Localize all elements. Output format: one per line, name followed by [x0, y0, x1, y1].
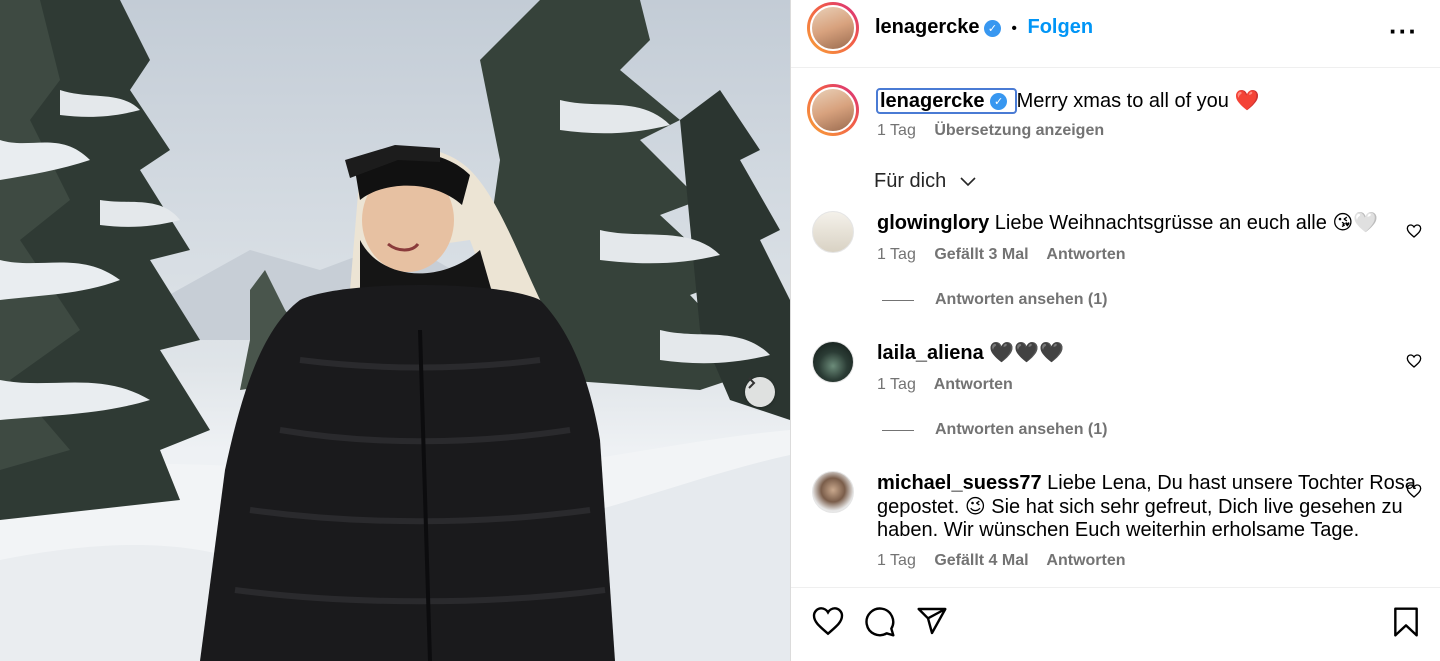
- commenter-avatar[interactable]: [812, 341, 854, 383]
- comment-icon[interactable]: [864, 606, 896, 638]
- commenter-username[interactable]: glowinglory: [877, 212, 989, 234]
- action-bar: [791, 587, 1440, 661]
- caption-meta: 1 Tag Übersetzung anzeigen: [877, 122, 1118, 140]
- caption-username[interactable]: lenagercke: [880, 90, 985, 112]
- chevron-down-icon: [960, 177, 976, 187]
- reply-button[interactable]: Antworten: [1046, 246, 1125, 263]
- caption: lenagercke ✓ Merry xmas to all of you ❤️: [876, 88, 1260, 114]
- translate-button[interactable]: Übersetzung anzeigen: [934, 122, 1104, 139]
- comment-text-line-2: gepostet. 😉 Sie hat sich sehr gefreut, D…: [877, 496, 1403, 518]
- filter-label: Für dich: [874, 170, 947, 192]
- commenter-avatar[interactable]: [812, 471, 854, 513]
- like-icon[interactable]: [812, 606, 844, 636]
- view-replies-label: Antworten ansehen (1): [935, 291, 1108, 308]
- caption-avatar[interactable]: [807, 84, 859, 136]
- view-replies-button[interactable]: Antworten ansehen (1): [882, 421, 1107, 439]
- post-image[interactable]: [0, 0, 790, 661]
- comment: glowinglory Liebe Weihnachtsgrüsse an eu…: [877, 211, 1378, 235]
- commenter-username[interactable]: michael_suess77: [877, 472, 1042, 494]
- comment-like-icon[interactable]: [1406, 223, 1422, 239]
- comment-like-icon[interactable]: [1406, 353, 1422, 369]
- comment-text: 🖤🖤🖤: [989, 342, 1065, 364]
- reply-button[interactable]: Antworten: [1046, 552, 1125, 569]
- follow-button[interactable]: Folgen: [1027, 16, 1093, 38]
- post-detail-panel: lenagercke ✓ • Folgen ··· lenagercke ✓ M…: [791, 0, 1440, 661]
- comment-meta: 1 Tag Gefällt 4 Mal Antworten: [877, 552, 1140, 570]
- verified-icon: ✓: [990, 93, 1008, 111]
- next-arrow-icon: [748, 377, 756, 389]
- author-info: lenagercke ✓ • Folgen: [875, 16, 1093, 39]
- save-icon[interactable]: [1392, 606, 1420, 638]
- comment-likes[interactable]: Gefällt 3 Mal: [934, 246, 1028, 263]
- caption-username-box[interactable]: lenagercke ✓: [876, 88, 1017, 114]
- comment-text-line-1: Liebe Lena, Du hast unsere Tochter Rosa: [1047, 472, 1416, 494]
- author-username[interactable]: lenagercke: [875, 16, 980, 38]
- caption-text: Merry xmas to all of you ❤️: [1016, 90, 1260, 112]
- comment: laila_aliena 🖤🖤🖤: [877, 341, 1064, 365]
- reply-button[interactable]: Antworten: [934, 376, 1013, 393]
- verified-icon: ✓: [983, 20, 1001, 38]
- view-replies-button[interactable]: Antworten ansehen (1): [882, 291, 1107, 309]
- comment-meta: 1 Tag Gefällt 3 Mal Antworten: [877, 246, 1140, 264]
- comment-filter[interactable]: Für dich: [874, 170, 976, 193]
- comment-meta: 1 Tag Antworten: [877, 376, 1027, 394]
- comment-time[interactable]: 1 Tag: [877, 246, 916, 263]
- caption-time[interactable]: 1 Tag: [877, 122, 916, 139]
- commenter-username[interactable]: laila_aliena: [877, 342, 984, 364]
- author-avatar[interactable]: [807, 2, 859, 54]
- share-icon[interactable]: [916, 606, 948, 636]
- comment-text: Liebe Weihnachtsgrüsse an euch alle 😘🤍: [994, 212, 1379, 234]
- comment-time[interactable]: 1 Tag: [877, 552, 916, 569]
- separator-dot: •: [1011, 20, 1018, 37]
- commenter-avatar[interactable]: [812, 211, 854, 253]
- next-image-button[interactable]: [745, 377, 775, 407]
- comment-time[interactable]: 1 Tag: [877, 376, 916, 393]
- post-photo-illustration: [0, 0, 790, 661]
- comment: michael_suess77 Liebe Lena, Du hast unse…: [877, 471, 1416, 495]
- post-header: lenagercke ✓ • Folgen ···: [791, 0, 1440, 68]
- view-replies-label: Antworten ansehen (1): [935, 421, 1108, 438]
- comment-like-icon[interactable]: [1406, 483, 1422, 499]
- comment-likes[interactable]: Gefällt 4 Mal: [934, 552, 1028, 569]
- more-options-icon[interactable]: ···: [1389, 16, 1418, 47]
- comment-text-line-3: haben. Wir wünschen Euch weiterhin erhol…: [877, 519, 1360, 541]
